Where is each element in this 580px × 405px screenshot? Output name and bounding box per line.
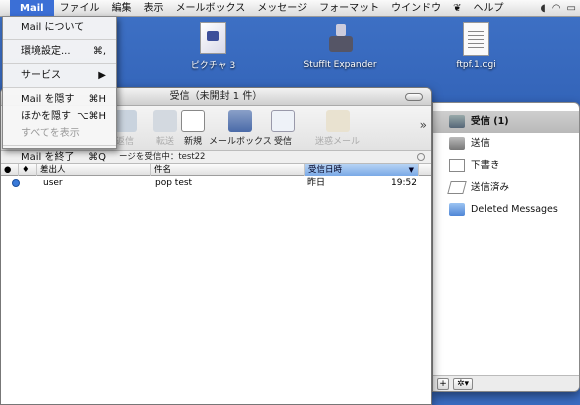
apple-menu-icon[interactable] — [0, 0, 8, 17]
message-date: 昨日 — [307, 178, 326, 188]
menu-separator — [3, 39, 116, 40]
message-from: user — [43, 178, 63, 188]
menu-item-hide-others[interactable]: ほかを隠す ⌥⌘H — [3, 108, 116, 125]
window-title: 受信（未開封 1 件） — [169, 91, 263, 102]
drawer-footer: + ✲▾ — [433, 375, 579, 391]
mailbox-label: 送信 — [471, 138, 491, 149]
desktop-icon-picture[interactable]: ピクチャ 3 — [188, 22, 238, 71]
message-time: 19:52 — [391, 178, 417, 188]
menu-window[interactable]: ウインドウ — [385, 0, 447, 17]
activity-spinner-icon — [417, 153, 425, 161]
new-message-button[interactable]: 新規 — [181, 110, 205, 147]
menu-view[interactable]: 表示 — [138, 0, 170, 17]
menu-format[interactable]: フォーマット — [313, 0, 385, 17]
desktop-icon-cgi[interactable]: ftpf.1.cgi — [446, 22, 506, 70]
mailbox-drawer: 受信 (1) 送信 下書き 送信済み Deleted Messages + ✲▾ — [432, 102, 580, 392]
sent-icon — [447, 181, 467, 194]
mailbox-outbox[interactable]: 送信 — [433, 133, 579, 155]
status-text: ージを受信中：test22 — [119, 152, 206, 162]
menu-edit[interactable]: 編集 — [106, 0, 138, 17]
menu-separator — [3, 63, 116, 64]
mail-app-menu: Mail について 環境設定... ⌘, サービス ▶ Mail を隠す ⌘H ほかを… — [2, 16, 117, 163]
pdf-file-icon — [200, 22, 226, 54]
get-mail-button[interactable]: 受信 — [271, 110, 295, 147]
compose-icon — [181, 110, 205, 132]
menu-mailbox[interactable]: メールボックス — [170, 0, 252, 17]
toolbar-toggle-button[interactable] — [405, 93, 423, 101]
drafts-icon — [449, 159, 465, 172]
desktop-icon-stuffit[interactable]: StuffIt Expander — [300, 22, 380, 70]
desktop-icon-label: ピクチャ 3 — [190, 61, 236, 71]
script-menu-icon[interactable]: ❦ — [447, 0, 467, 17]
document-file-icon — [463, 22, 489, 56]
unread-indicator-icon — [12, 179, 20, 187]
mailbox-drafts[interactable]: 下書き — [433, 155, 579, 177]
get-mail-icon — [271, 110, 295, 132]
menu-message[interactable]: メッセージ — [251, 0, 313, 17]
mailbox-label: 送信済み — [471, 182, 510, 193]
forward-icon — [153, 110, 177, 132]
menu-mail[interactable]: Mail — [10, 0, 54, 17]
outbox-icon — [449, 137, 465, 150]
menu-item-hide-mail[interactable]: Mail を隠す ⌘H — [3, 91, 116, 108]
mailbox-label: 受信 (1) — [471, 116, 509, 127]
inbox-icon — [449, 115, 465, 128]
menu-help[interactable]: ヘルプ — [467, 0, 509, 17]
volume-icon[interactable]: ◖ — [541, 3, 546, 14]
toolbar-overflow-icon[interactable]: » — [420, 118, 427, 132]
menu-item-quit[interactable]: Mail を終了 ⌘Q — [3, 149, 116, 166]
message-row[interactable]: user pop test 昨日 19:52 — [1, 176, 431, 191]
junk-button[interactable]: 迷惑メール — [315, 110, 360, 147]
message-subject: pop test — [155, 178, 193, 188]
sort-descending-icon: ▼ — [408, 166, 414, 174]
column-subject[interactable]: 件名 — [151, 164, 305, 176]
forward-button[interactable]: 転送 — [153, 110, 177, 147]
folder-icon — [449, 203, 465, 216]
desktop-icon-label: StuffIt Expander — [303, 60, 377, 70]
mailbox-label: 下書き — [471, 160, 500, 171]
mailbox-inbox[interactable]: 受信 (1) — [433, 111, 579, 133]
menu-separator — [3, 145, 116, 146]
junk-icon — [325, 110, 350, 132]
menu-item-preferences[interactable]: 環境設定... ⌘, — [3, 43, 116, 60]
menu-bar: Mail ファイル 編集 表示 メールボックス メッセージ フォーマット ウイン… — [0, 0, 580, 17]
menu-extras: ◖ ◠ ▭ — [541, 0, 576, 17]
menu-item-services[interactable]: サービス ▶ — [3, 67, 116, 84]
menu-separator — [3, 87, 116, 88]
mailbox-label: Deleted Messages — [471, 204, 558, 215]
mailbox-drawer-icon — [228, 110, 253, 132]
menu-item-about[interactable]: Mail について — [3, 19, 116, 36]
add-mailbox-button[interactable]: + — [437, 378, 449, 390]
column-date-received[interactable]: 受信日時 ▼ — [305, 164, 419, 176]
wifi-icon[interactable]: ◠ — [552, 3, 561, 14]
menu-file[interactable]: ファイル — [54, 0, 106, 17]
stuffit-expander-icon — [323, 22, 357, 56]
mailbox-deleted[interactable]: Deleted Messages — [433, 199, 579, 221]
menu-item-show-all: すべてを表示 — [21, 128, 80, 139]
battery-icon[interactable]: ▭ — [567, 3, 576, 14]
mailbox-sent[interactable]: 送信済み — [433, 177, 579, 199]
action-menu-button[interactable]: ✲▾ — [453, 378, 473, 390]
desktop-icon-label: ftpf.1.cgi — [456, 60, 496, 70]
mailboxes-button[interactable]: メールボックス — [209, 110, 272, 147]
